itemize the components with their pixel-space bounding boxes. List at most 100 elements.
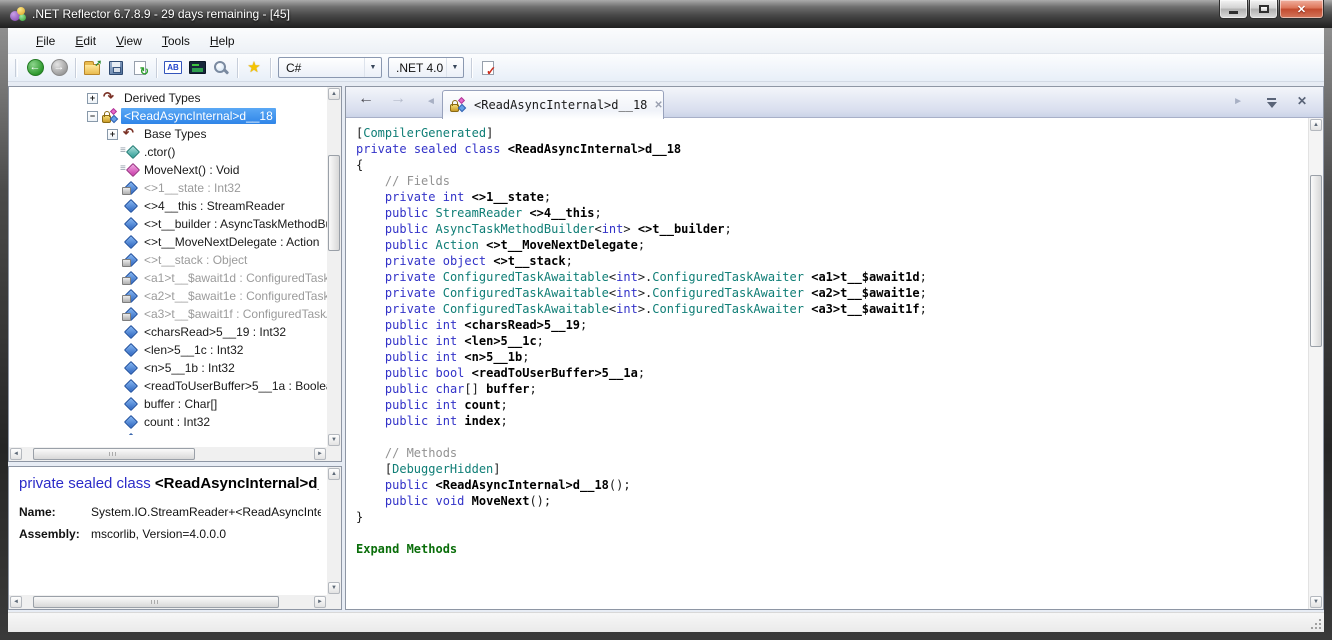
- tree-item[interactable]: −<ReadAsyncInternal>d__18: [9, 107, 327, 125]
- tree-item[interactable]: <a3>t__$await1f : ConfiguredTaskAwaitabl…: [9, 305, 327, 323]
- minimize-button[interactable]: [1219, 0, 1248, 19]
- tree-item[interactable]: MoveNext() : Void: [9, 161, 327, 179]
- chevron-down-icon: ▼: [446, 58, 463, 77]
- rename-button[interactable]: AB: [161, 56, 185, 80]
- type-declaration-heading: private sealed class <ReadAsyncInternal>…: [19, 475, 319, 492]
- tree-item[interactable]: <>1__state : Int32: [9, 179, 327, 197]
- code-line: private sealed class <ReadAsyncInternal>…: [356, 141, 1308, 157]
- scroll-up-icon[interactable]: ▲: [328, 88, 340, 100]
- scroll-tabs-left-icon[interactable]: ◄: [426, 96, 436, 107]
- back-icon: ←: [27, 59, 44, 76]
- info-hscroll-thumb[interactable]: [33, 596, 279, 608]
- scroll-right-icon[interactable]: ►: [314, 596, 326, 608]
- tree-item[interactable]: <a1>t__$await1d : ConfiguredTaskAwaitabl…: [9, 269, 327, 287]
- info-vertical-scrollbar[interactable]: ▲ ▼: [327, 467, 341, 595]
- tree-item[interactable]: <>t__stack : Object: [9, 251, 327, 269]
- tree-vertical-scrollbar[interactable]: ▲ ▼: [327, 87, 341, 447]
- ctor-icon: [122, 144, 138, 160]
- tree-item-label: <a3>t__$await1f : ConfiguredTaskAwaitabl…: [141, 306, 327, 322]
- menu-help[interactable]: Help: [200, 30, 245, 52]
- code-line: [DebuggerHidden]: [356, 461, 1308, 477]
- close-button[interactable]: ✕: [1279, 0, 1324, 19]
- save-button[interactable]: [104, 56, 128, 80]
- tree-item[interactable]: index : Int32: [9, 431, 327, 435]
- tree-item[interactable]: <readToUserBuffer>5__1a : Boolean: [9, 377, 327, 395]
- expand-methods-link[interactable]: Expand Methods: [356, 541, 1308, 557]
- tab-readasyncinternal[interactable]: <ReadAsyncInternal>d__18 ✕: [442, 90, 664, 119]
- toolbar: ← → AB ★ C# ▼ .NET 4.0 ▼: [8, 54, 1324, 82]
- scroll-up-icon[interactable]: ▲: [328, 468, 340, 480]
- method-icon: [122, 162, 138, 178]
- bookmarks-button[interactable]: ★: [242, 56, 266, 80]
- tree-expander-plus[interactable]: +: [87, 93, 98, 104]
- menu-tools[interactable]: Tools: [152, 30, 200, 52]
- tree-item[interactable]: <len>5__1c : Int32: [9, 341, 327, 359]
- code-vscroll-thumb[interactable]: [1310, 175, 1322, 347]
- scroll-down-icon[interactable]: ▼: [328, 582, 340, 594]
- analyzer-check-icon: [482, 61, 494, 75]
- maximize-button[interactable]: [1249, 0, 1278, 19]
- tree-item[interactable]: count : Int32: [9, 413, 327, 431]
- tree-item[interactable]: .ctor(): [9, 143, 327, 161]
- tree-item[interactable]: <>4__this : StreamReader: [9, 197, 327, 215]
- tree-view: +Derived Types−<ReadAsyncInternal>d__18+…: [9, 89, 327, 435]
- fieldlock-icon: [122, 288, 138, 304]
- history-forward-icon[interactable]: →: [390, 90, 406, 108]
- tree-item[interactable]: <n>5__1b : Int32: [9, 359, 327, 377]
- tree-expander-spacer: [107, 417, 118, 428]
- scroll-down-icon[interactable]: ▼: [328, 434, 340, 446]
- scroll-tabs-right-icon[interactable]: ►: [1233, 96, 1243, 107]
- window-frame: .NET Reflector 6.7.8.9 - 29 days remaini…: [0, 0, 1332, 640]
- tree-item-label: <>t__builder : AsyncTaskMethodBuilder<In…: [141, 216, 327, 232]
- framework-select[interactable]: .NET 4.0 ▼: [388, 57, 464, 78]
- field-icon: [122, 234, 138, 250]
- scroll-left-icon[interactable]: ◄: [10, 448, 22, 460]
- scroll-up-icon[interactable]: ▲: [1310, 119, 1322, 131]
- scroll-left-icon[interactable]: ◄: [10, 596, 22, 608]
- tab-close-icon[interactable]: ✕: [654, 100, 662, 111]
- analyzer-button[interactable]: [476, 56, 500, 80]
- tree-item[interactable]: <charsRead>5__19 : Int32: [9, 323, 327, 341]
- code-line: public <ReadAsyncInternal>d__18();: [356, 477, 1308, 493]
- tree-expander-plus[interactable]: +: [107, 129, 118, 140]
- refresh-button[interactable]: [128, 56, 152, 80]
- code-line: // Methods: [356, 445, 1308, 461]
- search-button[interactable]: [209, 56, 233, 80]
- disassembler-button[interactable]: [185, 56, 209, 80]
- fieldlock-icon: [122, 306, 138, 322]
- tree-expander-minus[interactable]: −: [87, 111, 98, 122]
- open-button[interactable]: [80, 56, 104, 80]
- search-icon: [213, 60, 229, 76]
- tree-item[interactable]: <>t__MoveNextDelegate : Action: [9, 233, 327, 251]
- resize-grip[interactable]: [1319, 627, 1321, 629]
- tree-horizontal-scrollbar[interactable]: ◄ ►: [9, 447, 327, 461]
- name-label: Name:: [19, 505, 91, 519]
- menu-view[interactable]: View: [106, 30, 152, 52]
- tree-hscroll-thumb[interactable]: [33, 448, 195, 460]
- fieldlock-icon: [122, 270, 138, 286]
- scroll-down-icon[interactable]: ▼: [1310, 596, 1322, 608]
- history-back-icon[interactable]: ←: [358, 90, 374, 108]
- fieldlock-icon: [122, 252, 138, 268]
- status-bar: [8, 612, 1324, 632]
- tree-item[interactable]: +Base Types: [9, 125, 327, 143]
- back-button[interactable]: ←: [23, 56, 47, 80]
- tree-item[interactable]: buffer : Char[]: [9, 395, 327, 413]
- tree-item[interactable]: <a2>t__$await1e : ConfiguredTaskAwaitabl…: [9, 287, 327, 305]
- tree-item[interactable]: +Derived Types: [9, 89, 327, 107]
- forward-button[interactable]: →: [47, 56, 71, 80]
- tree-item[interactable]: <>t__builder : AsyncTaskMethodBuilder<In…: [9, 215, 327, 233]
- code-vertical-scrollbar[interactable]: ▲ ▼: [1308, 118, 1323, 609]
- code-line: private ConfiguredTaskAwaitable<int>.Con…: [356, 301, 1308, 317]
- tabbar-close-icon[interactable]: ✕: [1297, 94, 1307, 108]
- language-select[interactable]: C# ▼: [278, 57, 382, 78]
- tab-list-icon[interactable]: [1267, 98, 1277, 108]
- name-value: System.IO.StreamReader+<ReadAsyncInterna…: [91, 505, 321, 519]
- tree-vscroll-thumb[interactable]: [328, 155, 340, 251]
- declaration-modifiers: private sealed class: [19, 475, 155, 492]
- scroll-right-icon[interactable]: ►: [314, 448, 326, 460]
- info-horizontal-scrollbar[interactable]: ◄ ►: [9, 595, 327, 609]
- menu-edit[interactable]: Edit: [65, 30, 106, 52]
- menu-file[interactable]: File: [26, 30, 65, 52]
- code-line: public char[] buffer;: [356, 381, 1308, 397]
